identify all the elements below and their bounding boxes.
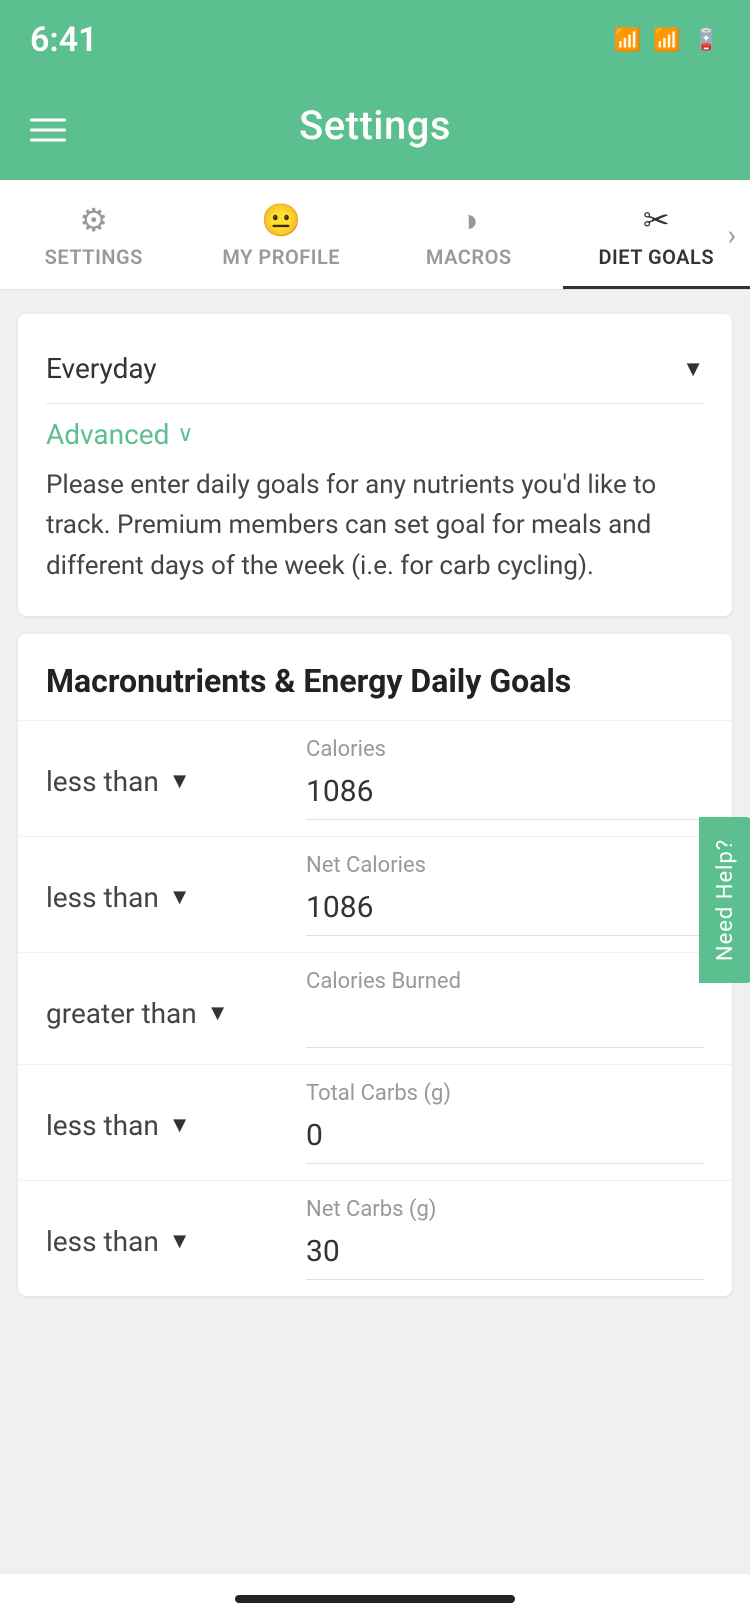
macros-icon: ◑: [459, 201, 478, 239]
everyday-dropdown[interactable]: Everyday: [46, 352, 157, 385]
everyday-card: Everyday ▼ Advanced ∨ Please enter daily…: [18, 314, 732, 616]
advanced-chevron-icon: ∨: [177, 422, 193, 447]
goal-row-calories-burned: greater than ▼ Calories Burned: [18, 952, 732, 1064]
status-bar: 6:41 📶 📶 🪫: [0, 0, 750, 80]
home-indicator: [0, 1574, 750, 1624]
main-content: Everyday ▼ Advanced ∨ Please enter daily…: [0, 290, 750, 1320]
everyday-dropdown-value: Everyday: [46, 352, 157, 385]
condition-arrow-total-carbs[interactable]: ▼: [169, 1112, 191, 1138]
tab-diet-goals-label: DIET GOALS: [598, 245, 714, 269]
goal-condition-net-carbs[interactable]: less than ▼: [46, 1197, 306, 1258]
nutrient-label-calories-burned: Calories Burned: [306, 969, 704, 994]
goal-right-calories: Calories 1086: [306, 737, 704, 820]
everyday-dropdown-row: Everyday ▼: [46, 344, 704, 393]
status-time: 6:41: [30, 20, 98, 60]
goal-value-calories[interactable]: 1086: [306, 768, 704, 820]
goals-section-title: Macronutrients & Energy Daily Goals: [18, 634, 732, 720]
condition-label-total-carbs: less than: [46, 1109, 159, 1142]
hamburger-menu-button[interactable]: [30, 119, 66, 142]
condition-label-net-carbs: less than: [46, 1225, 159, 1258]
page-title: Settings: [299, 102, 451, 149]
condition-arrow-calories[interactable]: ▼: [169, 768, 191, 794]
goal-row-total-carbs: less than ▼ Total Carbs (g) 0: [18, 1064, 732, 1180]
goal-condition-calories[interactable]: less than ▼: [46, 737, 306, 798]
goal-right-net-carbs: Net Carbs (g) 30: [306, 1197, 704, 1280]
condition-arrow-net-calories[interactable]: ▼: [169, 884, 191, 910]
goal-condition-calories-burned[interactable]: greater than ▼: [46, 969, 306, 1030]
battery-icon: 🪫: [693, 28, 720, 53]
goal-right-net-calories: Net Calories 1086: [306, 853, 704, 936]
nutrient-label-net-calories: Net Calories: [306, 853, 704, 878]
goal-row-net-carbs: less than ▼ Net Carbs (g) 30: [18, 1180, 732, 1296]
goal-value-calories-burned[interactable]: [306, 1000, 704, 1048]
goal-right-total-carbs: Total Carbs (g) 0: [306, 1081, 704, 1164]
goal-value-net-calories[interactable]: 1086: [306, 884, 704, 936]
goal-value-net-carbs[interactable]: 30: [306, 1228, 704, 1280]
goal-value-total-carbs[interactable]: 0: [306, 1112, 704, 1164]
everyday-dropdown-arrow[interactable]: ▼: [682, 356, 704, 382]
tab-my-profile-label: MY PROFILE: [222, 245, 340, 269]
condition-arrow-net-carbs[interactable]: ▼: [169, 1228, 191, 1254]
need-help-label: Need Help?: [713, 839, 738, 961]
tab-macros-label: MACROS: [426, 245, 512, 269]
tab-diet-goals[interactable]: ✂ DIET GOALS: [563, 180, 750, 289]
tab-settings[interactable]: ⚙ SETTINGS: [0, 180, 188, 289]
advanced-link[interactable]: Advanced ∨: [46, 418, 704, 451]
wifi-icon: 📶: [653, 28, 680, 53]
signal-icon: 📶: [614, 28, 641, 53]
nutrient-label-net-carbs: Net Carbs (g): [306, 1197, 704, 1222]
goal-condition-total-carbs[interactable]: less than ▼: [46, 1081, 306, 1142]
diet-goals-icon: ✂: [643, 201, 670, 239]
advanced-label: Advanced: [46, 418, 169, 451]
tab-macros[interactable]: ◑ MACROS: [375, 180, 563, 289]
nutrient-label-calories: Calories: [306, 737, 704, 762]
nutrient-label-total-carbs: Total Carbs (g): [306, 1081, 704, 1106]
profile-icon: 😐: [261, 201, 301, 239]
goal-condition-net-calories[interactable]: less than ▼: [46, 853, 306, 914]
description-text: Please enter daily goals for any nutrien…: [46, 465, 704, 586]
settings-icon: ⚙: [79, 201, 108, 239]
condition-label-net-calories: less than: [46, 881, 159, 914]
tab-settings-label: SETTINGS: [45, 245, 143, 269]
divider-1: [46, 403, 704, 404]
home-bar: [235, 1595, 515, 1603]
goal-right-calories-burned: Calories Burned: [306, 969, 704, 1048]
goal-row-calories: less than ▼ Calories 1086: [18, 720, 732, 836]
condition-label-calories-burned: greater than: [46, 997, 197, 1030]
status-icons: 📶 📶 🪫: [614, 28, 720, 53]
goal-row-net-calories: less than ▼ Net Calories 1086: [18, 836, 732, 952]
tab-bar-chevron-icon: ›: [728, 218, 736, 251]
goals-section-card: Macronutrients & Energy Daily Goals less…: [18, 634, 732, 1296]
tab-my-profile[interactable]: 😐 MY PROFILE: [188, 180, 376, 289]
need-help-button[interactable]: Need Help?: [699, 817, 750, 983]
condition-arrow-calories-burned[interactable]: ▼: [207, 1000, 229, 1026]
condition-label-calories: less than: [46, 765, 159, 798]
top-bar: Settings: [0, 80, 750, 180]
tab-bar: ⚙ SETTINGS 😐 MY PROFILE ◑ MACROS ✂ DIET …: [0, 180, 750, 290]
